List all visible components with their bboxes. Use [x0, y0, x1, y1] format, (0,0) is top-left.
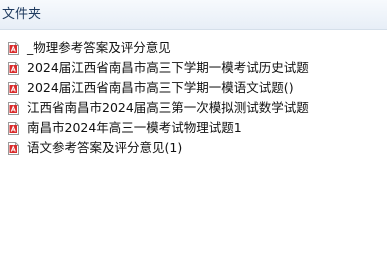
pdf-file-icon	[8, 62, 19, 75]
file-item[interactable]: 语文参考答案及评分意见(1)	[0, 138, 387, 158]
folder-title: 文件夹	[2, 7, 42, 22]
file-name: 2024届江西省南昌市高三下学期一模语文试题()	[27, 80, 294, 95]
file-name: 2024届江西省南昌市高三下学期一模考试历史试题	[27, 60, 309, 75]
file-item[interactable]: 2024届江西省南昌市高三下学期一模考试历史试题	[0, 58, 387, 78]
pdf-file-icon	[8, 82, 19, 95]
file-name: 语文参考答案及评分意见(1)	[27, 140, 183, 155]
pdf-file-icon	[8, 102, 19, 115]
folder-header: 文件夹	[0, 0, 387, 30]
file-item[interactable]: 江西省南昌市2024届高三第一次模拟测试数学试题	[0, 98, 387, 118]
file-name: 江西省南昌市2024届高三第一次模拟测试数学试题	[27, 100, 309, 115]
file-name: 南昌市2024年高三一模考试物理试题1	[27, 120, 242, 135]
pdf-file-icon	[8, 122, 19, 135]
file-list: _物理参考答案及评分意见 2024届江西省南昌市高三下学期一模考试历史试题 20…	[0, 38, 387, 158]
pdf-file-icon	[8, 142, 19, 155]
pdf-file-icon	[8, 42, 19, 55]
file-item[interactable]: 南昌市2024年高三一模考试物理试题1	[0, 118, 387, 138]
file-name: _物理参考答案及评分意见	[27, 40, 171, 55]
file-item[interactable]: 2024届江西省南昌市高三下学期一模语文试题()	[0, 78, 387, 98]
file-item[interactable]: _物理参考答案及评分意见	[0, 38, 387, 58]
